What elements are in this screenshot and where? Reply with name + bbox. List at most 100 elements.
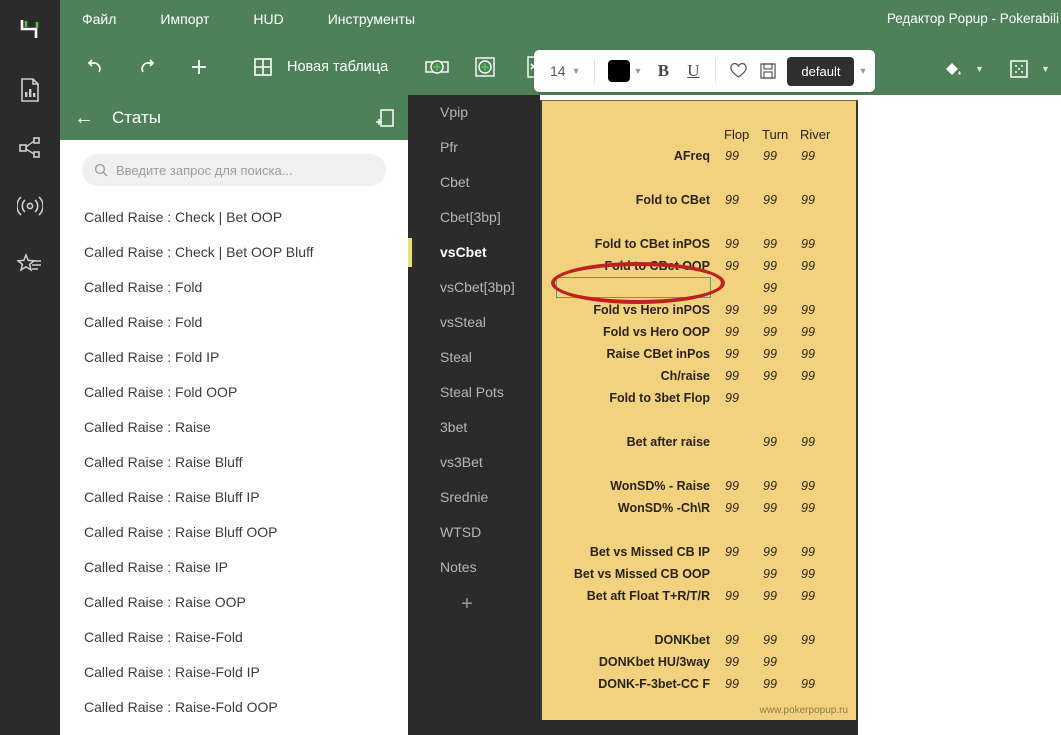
row-label[interactable]: Ch/raise: [542, 369, 720, 383]
style-preset-button[interactable]: default: [787, 56, 855, 86]
tab-steal-pots[interactable]: Steal Pots: [408, 375, 540, 410]
tab-srednie[interactable]: Srednie: [408, 480, 540, 515]
tab-vssteal[interactable]: vsSteal: [408, 305, 540, 340]
save-icon[interactable]: [753, 56, 783, 86]
menu-item-import[interactable]: Импорт: [138, 0, 231, 38]
table-cell[interactable]: 99: [720, 259, 758, 273]
table-cell[interactable]: 99: [796, 633, 834, 647]
tab-notes[interactable]: Notes: [408, 550, 540, 585]
add-column-icon[interactable]: [468, 50, 502, 84]
table-row[interactable]: Fold to CBet inPOS 99 99 99: [542, 233, 856, 255]
tab-pfr[interactable]: Pfr: [408, 130, 540, 165]
table-cell[interactable]: 99: [720, 589, 758, 603]
row-label[interactable]: Bet vs Missed CB OOP: [542, 567, 720, 581]
heart-icon[interactable]: [723, 56, 753, 86]
popup-preview[interactable]: Flop Turn River AFreq 99 99 99 Fold to CBet 99 99…: [540, 100, 858, 720]
broadcast-icon[interactable]: [8, 184, 52, 228]
stat-list-item[interactable]: Called Raise : Fold: [60, 305, 408, 340]
dock-panel-icon[interactable]: [376, 108, 394, 127]
table-cell[interactable]: 99: [758, 347, 796, 361]
stat-list-item[interactable]: Called Raise : Fold: [60, 270, 408, 305]
table-cell[interactable]: 99: [796, 479, 834, 493]
row-label[interactable]: Bet after raise: [542, 435, 720, 449]
stat-list-item[interactable]: Called Raise : Raise OOP: [60, 585, 408, 620]
row-label[interactable]: Fold to 3bet Flop: [542, 391, 720, 405]
popup-header-row[interactable]: Flop Turn River: [542, 123, 856, 145]
row-label[interactable]: Fold vs Hero OOP: [542, 325, 720, 339]
chevron-down-icon[interactable]: ▼: [858, 66, 867, 76]
table-cell[interactable]: 99: [758, 369, 796, 383]
table-row[interactable]: [542, 607, 856, 629]
table-row[interactable]: Fold to CBet 99 99 99: [542, 189, 856, 211]
table-cell[interactable]: 99: [758, 149, 796, 163]
row-label[interactable]: Fold vs Hero inPOS: [542, 303, 720, 317]
underline-button[interactable]: U: [678, 56, 708, 86]
paint-bucket-icon[interactable]: [936, 52, 970, 86]
text-color-dropdown[interactable]: ▼: [602, 60, 649, 82]
table-row[interactable]: Ch/raise 99 99 99: [542, 365, 856, 387]
stat-list-item[interactable]: Called Raise : Raise-Fold OOP: [60, 690, 408, 725]
menu-item-file[interactable]: Файл: [60, 0, 138, 38]
menu-item-hud[interactable]: HUD: [231, 0, 305, 38]
row-label[interactable]: Bet vs Missed CB IP: [542, 545, 720, 559]
table-cell[interactable]: 99: [720, 325, 758, 339]
table-row[interactable]: 99: [542, 277, 856, 299]
table-cell[interactable]: 99: [796, 259, 834, 273]
row-label[interactable]: Fold to CBet OOP: [542, 259, 720, 273]
stat-list-item[interactable]: Called Raise : Fold IP: [60, 340, 408, 375]
tab-vscbet[interactable]: vsCbet: [408, 235, 540, 270]
table-row[interactable]: Fold vs Hero inPOS 99 99 99: [542, 299, 856, 321]
table-cell[interactable]: 99: [758, 545, 796, 559]
table-row[interactable]: DONK-F-3bet-CC F 99 99 99: [542, 673, 856, 695]
column-header[interactable]: River: [796, 127, 834, 142]
tab-steal[interactable]: Steal: [408, 340, 540, 375]
stat-list-item[interactable]: Called Raise : Raise Bluff IP: [60, 480, 408, 515]
undo-icon[interactable]: [78, 50, 112, 84]
stat-list-item[interactable]: Called Raise : Fold OOP: [60, 375, 408, 410]
tab-vscbet-3bp-[interactable]: vsCbet[3bp]: [408, 270, 540, 305]
row-label[interactable]: DONK-F-3bet-CC F: [542, 677, 720, 691]
table-row[interactable]: Bet vs Missed CB OOP 99 99: [542, 563, 856, 585]
table-cell[interactable]: 99: [720, 391, 758, 405]
table-cell[interactable]: 99: [796, 545, 834, 559]
add-row-icon[interactable]: [420, 50, 454, 84]
row-label[interactable]: AFreq: [542, 149, 720, 163]
borders-icon[interactable]: [1002, 52, 1036, 86]
table-cell[interactable]: 99: [758, 281, 796, 295]
table-row[interactable]: [542, 453, 856, 475]
stat-list-item[interactable]: Called Raise : Raise-Fold: [60, 620, 408, 655]
table-cell[interactable]: 99: [720, 347, 758, 361]
table-cell[interactable]: 99: [720, 149, 758, 163]
stat-list-item[interactable]: Called Raise : Raise-Fold IP: [60, 655, 408, 690]
table-cell[interactable]: 99: [758, 303, 796, 317]
table-row[interactable]: Fold to CBet OOP 99 99 99: [542, 255, 856, 277]
table-cell[interactable]: 99: [796, 237, 834, 251]
table-cell[interactable]: 99: [758, 655, 796, 669]
table-row[interactable]: Fold to 3bet Flop 99: [542, 387, 856, 409]
star-list-icon[interactable]: [8, 242, 52, 286]
row-label[interactable]: WonSD% -Ch\R: [542, 501, 720, 515]
table-row[interactable]: AFreq 99 99 99: [542, 145, 856, 167]
table-cell[interactable]: 99: [720, 501, 758, 515]
table-cell[interactable]: 99: [796, 567, 834, 581]
fill-color-control[interactable]: ▼: [936, 52, 984, 86]
new-table-button[interactable]: Новая таблица: [287, 59, 388, 75]
table-cell[interactable]: 99: [720, 237, 758, 251]
report-document-icon[interactable]: [8, 68, 52, 112]
table-cell[interactable]: 99: [758, 193, 796, 207]
table-cell[interactable]: 99: [796, 325, 834, 339]
stat-list-item[interactable]: Called Raise : Raise: [60, 410, 408, 445]
stat-list-item[interactable]: Called Raise : Check | Bet OOP: [60, 200, 408, 235]
table-cell[interactable]: 99: [796, 435, 834, 449]
add-tab-button[interactable]: +: [408, 585, 540, 623]
table-cell[interactable]: 99: [720, 633, 758, 647]
plus-icon[interactable]: [182, 50, 216, 84]
table-cell[interactable]: 99: [758, 435, 796, 449]
row-label[interactable]: Bet aft Float T+R/T/R: [542, 589, 720, 603]
back-arrow-icon[interactable]: ←: [74, 108, 94, 128]
table-cell[interactable]: 99: [720, 369, 758, 383]
table-cell[interactable]: 99: [758, 501, 796, 515]
table-cell[interactable]: 99: [720, 655, 758, 669]
table-row[interactable]: Bet vs Missed CB IP 99 99 99: [542, 541, 856, 563]
row-label[interactable]: Fold to CBet: [542, 193, 720, 207]
